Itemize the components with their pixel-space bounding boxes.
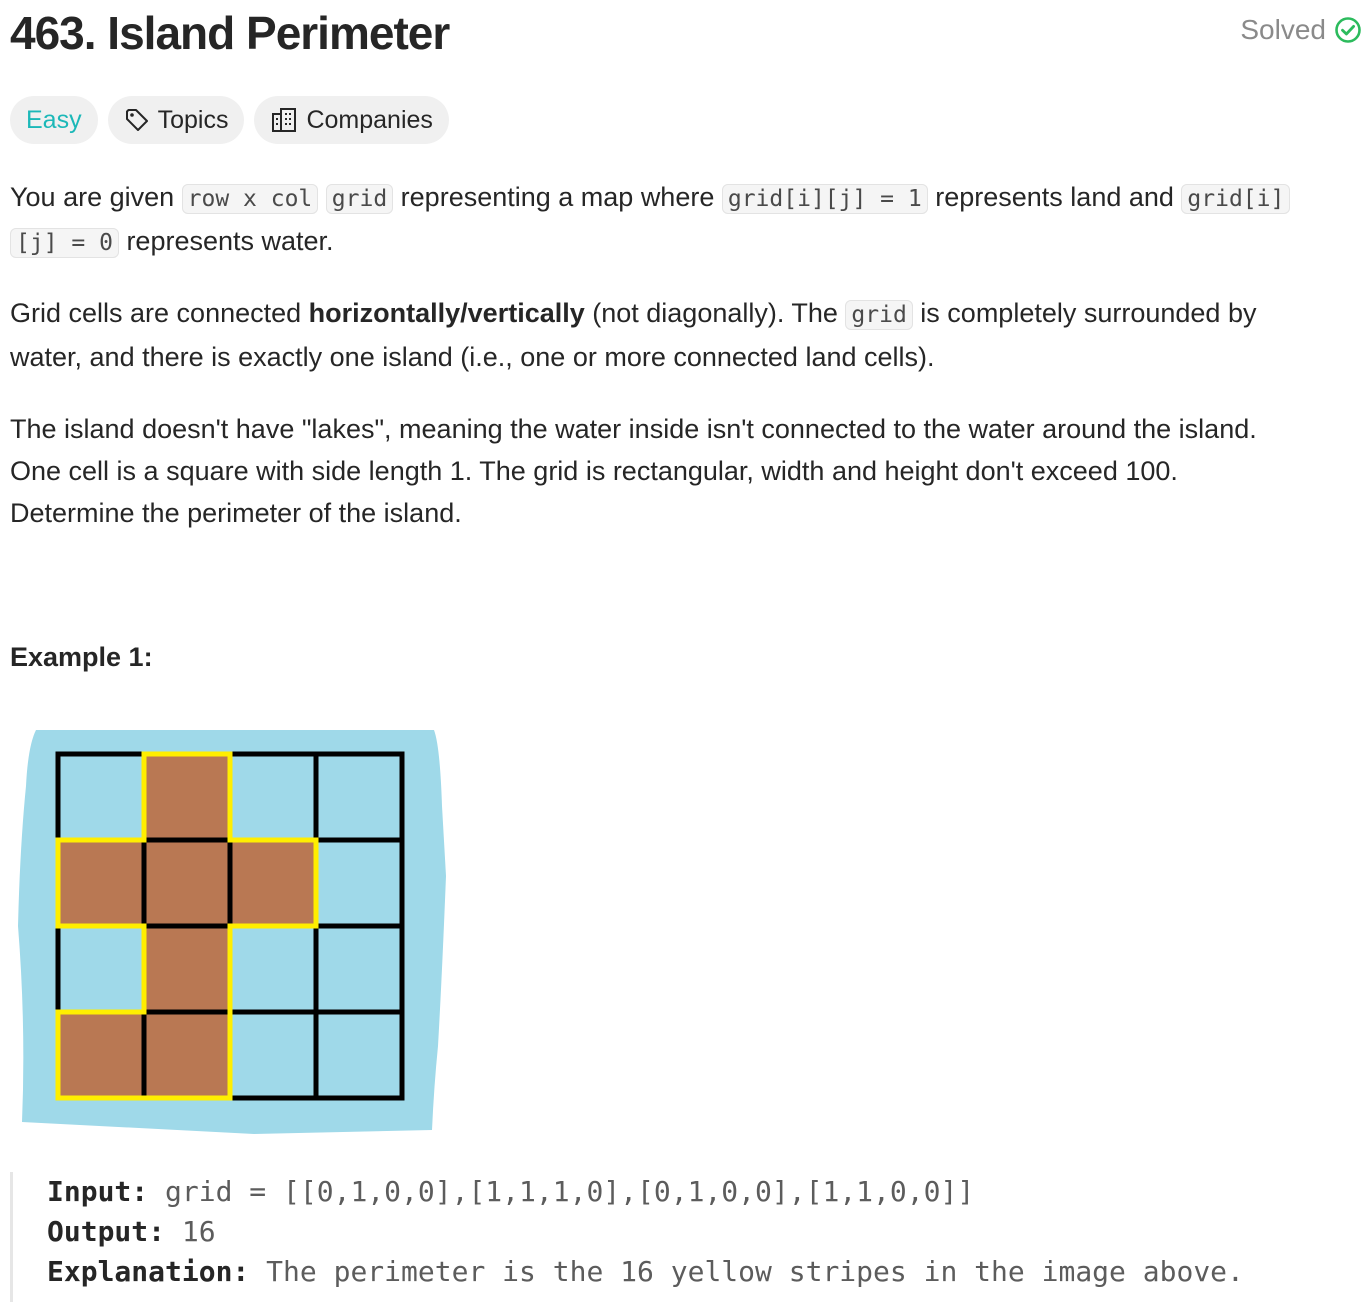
solved-label: Solved <box>1240 14 1326 45</box>
water-cell <box>230 926 316 1012</box>
difficulty-label: Easy <box>26 105 82 134</box>
text: is completely surrounded by <box>912 298 1257 328</box>
problem-title: 463. Island Perimeter <box>10 7 450 59</box>
example-block: Input: grid = [[0,1,0,0],[1,1,1,0],[0,1,… <box>10 1172 1370 1302</box>
code-grid: grid <box>325 184 394 214</box>
water-cell <box>316 754 402 840</box>
companies-button[interactable]: Companies <box>254 96 449 144</box>
water-cell <box>316 926 402 1012</box>
bold-connectivity: horizontally/vertically <box>308 298 585 328</box>
water-cell <box>316 1012 402 1098</box>
check-circle-icon <box>1335 17 1361 43</box>
topics-label: Topics <box>157 105 229 134</box>
input-value: grid = [[0,1,0,0],[1,1,1,0],[0,1,0,0],[1… <box>165 1175 975 1208</box>
land-cell <box>144 754 230 840</box>
land-cell <box>58 840 144 926</box>
water-cell <box>58 926 144 1012</box>
text: represents land and <box>927 182 1182 212</box>
topics-button[interactable]: Topics <box>107 96 245 144</box>
example-explanation-line: Explanation: The perimeter is the 16 yel… <box>47 1252 1370 1292</box>
water-cell <box>230 1012 316 1098</box>
output-label: Output: <box>47 1215 166 1248</box>
explanation-label: Explanation: <box>47 1255 250 1288</box>
text: Grid cells are connected <box>10 298 309 328</box>
water-cell <box>58 754 144 840</box>
output-value: 16 <box>181 1215 216 1248</box>
code-row-x-col: row x col <box>181 184 319 214</box>
land-cell <box>230 840 316 926</box>
code-grid: grid <box>845 300 913 330</box>
text: You are given <box>10 182 182 212</box>
land-cell <box>58 1012 144 1098</box>
example-input-line: Input: grid = [[0,1,0,0],[1,1,1,0],[0,1,… <box>47 1172 1370 1212</box>
text <box>318 182 326 212</box>
island-grid-image <box>18 730 446 1134</box>
tag-bar: Easy Topics Companies <box>10 96 449 144</box>
water-cell <box>316 840 402 926</box>
text: represents water. <box>118 226 334 256</box>
land-cell <box>144 926 230 1012</box>
description-paragraph-3: The island doesn't have "lakes", meaning… <box>10 408 1366 534</box>
code-grid-water-part1: grid[i] <box>1181 184 1291 214</box>
text: water, and there is exactly one island (… <box>10 342 935 372</box>
text: (not diagonally). The <box>584 298 846 328</box>
example-title: Example 1: <box>10 642 153 672</box>
code-grid-water-part2: [j] = 0 <box>10 228 119 258</box>
example-output-line: Output: 16 <box>47 1212 1370 1252</box>
text: representing a map where <box>393 182 722 212</box>
text: The island doesn't have "lakes", meaning… <box>10 414 1257 444</box>
code-grid-land: grid[i][j] = 1 <box>721 184 928 214</box>
text: Determine the perimeter of the island. <box>10 498 462 528</box>
description-paragraph-2: Grid cells are connected horizontally/ve… <box>10 292 1366 378</box>
tag-icon <box>125 109 148 131</box>
water-cell <box>230 754 316 840</box>
solved-status: Solved <box>1240 14 1362 46</box>
land-cell <box>144 840 230 926</box>
text: One cell is a square with side length 1.… <box>10 456 1178 486</box>
land-cell <box>144 1012 230 1098</box>
building-icon <box>272 108 297 132</box>
description-paragraph-1: You are given row x col grid representin… <box>10 176 1366 264</box>
input-label: Input: <box>47 1175 149 1208</box>
difficulty-badge[interactable]: Easy <box>10 96 98 144</box>
explanation-value: The perimeter is the 16 yellow stripes i… <box>266 1255 1244 1288</box>
companies-label: Companies <box>306 105 433 134</box>
